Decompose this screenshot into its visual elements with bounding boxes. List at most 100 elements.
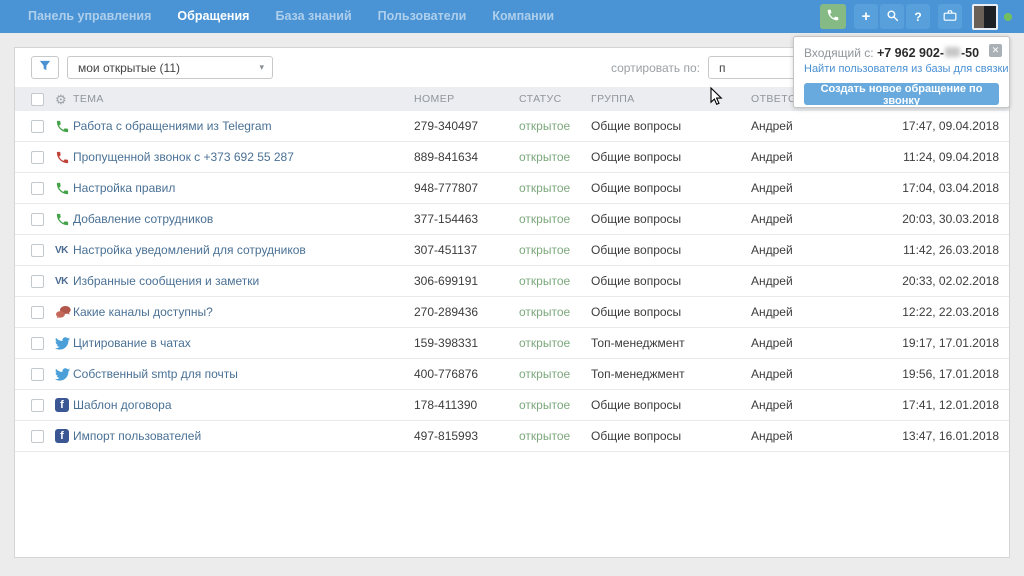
help-button[interactable]: ? bbox=[906, 4, 930, 29]
ticket-date: 20:03, 30.03.2018 bbox=[871, 212, 1009, 226]
vk-icon: VK bbox=[55, 245, 73, 256]
nav-item[interactable]: База знаний bbox=[262, 0, 364, 33]
row-checkbox[interactable] bbox=[31, 120, 44, 133]
ticket-status: открытое bbox=[519, 336, 591, 350]
filter-button[interactable] bbox=[31, 56, 59, 79]
nav-item[interactable]: Компании bbox=[479, 0, 567, 33]
ticket-date: 17:41, 12.01.2018 bbox=[871, 398, 1009, 412]
ticket-number: 279-340497 bbox=[414, 119, 519, 133]
nav-item[interactable]: Обращения bbox=[164, 0, 262, 33]
ticket-date: 20:33, 02.02.2018 bbox=[871, 274, 1009, 288]
ticket-assignee: Андрей bbox=[751, 150, 871, 164]
ticket-assignee: Андрей bbox=[751, 181, 871, 195]
add-button[interactable]: + bbox=[854, 4, 878, 29]
ticket-group: Общие вопросы bbox=[591, 119, 751, 133]
online-status-dot bbox=[1004, 13, 1012, 21]
select-all-checkbox[interactable] bbox=[31, 93, 44, 106]
user-area bbox=[972, 4, 1012, 30]
table-row: Настройка правил948-777807открытоеОбщие … bbox=[15, 173, 1009, 204]
table-row: fИмпорт пользователей497-815993открытоеО… bbox=[15, 421, 1009, 452]
ticket-date: 13:47, 16.01.2018 bbox=[871, 429, 1009, 443]
briefcase-icon bbox=[943, 9, 957, 25]
search-button[interactable] bbox=[880, 4, 904, 29]
row-checkbox[interactable] bbox=[31, 368, 44, 381]
create-ticket-from-call-button[interactable]: Создать новое обращение по звонку bbox=[804, 83, 999, 105]
ticket-status: открытое bbox=[519, 305, 591, 319]
ticket-number: 307-451137 bbox=[414, 243, 519, 257]
nav-item[interactable]: Панель управления bbox=[15, 0, 164, 33]
close-icon[interactable]: ✕ bbox=[989, 44, 1002, 57]
ticket-topic-link[interactable]: Собственный smtp для почты bbox=[73, 367, 238, 381]
row-checkbox[interactable] bbox=[31, 275, 44, 288]
ticket-group: Топ-менеджмент bbox=[591, 336, 751, 350]
incoming-call-popup: ✕ Входящий с: +7 962 902--50 Найти польз… bbox=[793, 36, 1010, 108]
ticket-number: 377-154463 bbox=[414, 212, 519, 226]
row-checkbox[interactable] bbox=[31, 399, 44, 412]
row-checkbox[interactable] bbox=[31, 430, 44, 443]
avatar[interactable] bbox=[972, 4, 998, 30]
row-checkbox[interactable] bbox=[31, 337, 44, 350]
gear-icon[interactable]: ⚙ bbox=[55, 93, 67, 106]
phone-green-icon bbox=[55, 212, 73, 227]
ticket-assignee: Андрей bbox=[751, 429, 871, 443]
twitter-icon bbox=[55, 368, 73, 381]
phone-call-button[interactable] bbox=[820, 4, 846, 29]
row-checkbox[interactable] bbox=[31, 213, 44, 226]
ticket-topic-link[interactable]: Цитирование в чатах bbox=[73, 336, 191, 350]
phone-green-icon bbox=[55, 119, 73, 134]
header-topic[interactable]: ТЕМА bbox=[73, 93, 414, 105]
header-status[interactable]: СТАТУС bbox=[519, 93, 591, 105]
chat-icon bbox=[55, 305, 73, 319]
ticket-topic-link[interactable]: Настройка правил bbox=[73, 181, 175, 195]
plus-icon: + bbox=[862, 9, 871, 24]
ticket-topic-link[interactable]: Какие каналы доступны? bbox=[73, 305, 213, 319]
header-group[interactable]: ГРУППА bbox=[591, 93, 751, 105]
ticket-date: 11:24, 09.04.2018 bbox=[871, 150, 1009, 164]
nav-items: Панель управленияОбращенияБаза знанийПол… bbox=[15, 0, 567, 33]
ticket-date: 19:17, 17.01.2018 bbox=[871, 336, 1009, 350]
ticket-status: открытое bbox=[519, 398, 591, 412]
filter-dropdown[interactable]: мои открытые (11) ▾ bbox=[67, 56, 273, 79]
row-checkbox[interactable] bbox=[31, 306, 44, 319]
ticket-group: Общие вопросы bbox=[591, 181, 751, 195]
facebook-icon: f bbox=[55, 429, 73, 443]
search-icon bbox=[886, 9, 899, 25]
ticket-topic-link[interactable]: Избранные сообщения и заметки bbox=[73, 274, 259, 288]
ticket-topic-link[interactable]: Добавление сотрудников bbox=[73, 212, 213, 226]
facebook-icon: f bbox=[55, 398, 73, 412]
header-number[interactable]: НОМЕР bbox=[414, 93, 519, 105]
find-user-link[interactable]: Найти пользователя из базы для связки bbox=[804, 63, 999, 75]
ticket-assignee: Андрей bbox=[751, 212, 871, 226]
table-row: Собственный smtp для почты400-776876откр… bbox=[15, 359, 1009, 390]
ticket-assignee: Андрей bbox=[751, 274, 871, 288]
tickets-panel: мои открытые (11) ▾ сортировать по: п ⚙ … bbox=[14, 47, 1010, 558]
ticket-date: 11:42, 26.03.2018 bbox=[871, 243, 1009, 257]
ticket-status: открытое bbox=[519, 243, 591, 257]
ticket-assignee: Андрей bbox=[751, 398, 871, 412]
censored-digits bbox=[945, 47, 960, 57]
row-checkbox[interactable] bbox=[31, 151, 44, 164]
sort-label: сортировать по: bbox=[611, 61, 700, 75]
phone-icon bbox=[826, 8, 840, 25]
ticket-assignee: Андрей bbox=[751, 305, 871, 319]
row-checkbox[interactable] bbox=[31, 182, 44, 195]
ticket-status: открытое bbox=[519, 212, 591, 226]
row-checkbox[interactable] bbox=[31, 244, 44, 257]
chevron-down-icon: ▾ bbox=[259, 62, 264, 73]
ticket-assignee: Андрей bbox=[751, 243, 871, 257]
ticket-date: 17:04, 03.04.2018 bbox=[871, 181, 1009, 195]
ticket-assignee: Андрей bbox=[751, 367, 871, 381]
phone-red-icon bbox=[55, 150, 73, 165]
ticket-date: 12:22, 22.03.2018 bbox=[871, 305, 1009, 319]
ticket-topic-link[interactable]: Настройка уведомлений для сотрудников bbox=[73, 243, 306, 257]
ticket-number: 178-411390 bbox=[414, 398, 519, 412]
vk-icon: VK bbox=[55, 276, 73, 287]
briefcase-button[interactable] bbox=[938, 4, 962, 29]
ticket-topic-link[interactable]: Пропущенной звонок с +373 692 55 287 bbox=[73, 150, 294, 164]
ticket-number: 400-776876 bbox=[414, 367, 519, 381]
ticket-topic-link[interactable]: Импорт пользователей bbox=[73, 429, 201, 443]
ticket-topic-link[interactable]: Шаблон договора bbox=[73, 398, 172, 412]
nav-item[interactable]: Пользователи bbox=[365, 0, 480, 33]
table-row: Какие каналы доступны?270-289436открытое… bbox=[15, 297, 1009, 328]
ticket-topic-link[interactable]: Работа с обращениями из Telegram bbox=[73, 119, 272, 133]
